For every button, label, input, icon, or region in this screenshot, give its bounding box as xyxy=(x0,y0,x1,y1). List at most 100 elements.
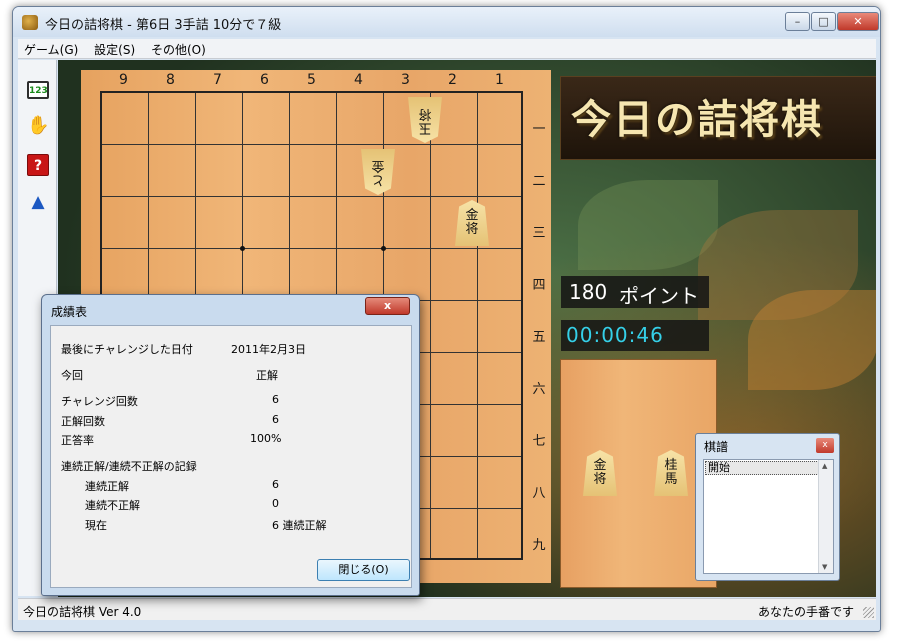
grid-line xyxy=(102,196,521,197)
piece-char: 将 xyxy=(465,222,479,237)
streak-wrong-label: 連続不正解 xyxy=(85,499,140,512)
rate-label: 正答率 xyxy=(61,434,94,447)
rank-label: 一 xyxy=(532,122,546,137)
menu-bar: ゲーム(G) 設定(S) その他(O) xyxy=(18,39,876,59)
file-label: 4 xyxy=(354,72,363,88)
sente-gold-piece[interactable]: 金 将 xyxy=(455,200,489,246)
gote-king-piece[interactable]: 玉 将 xyxy=(408,97,442,143)
file-label: 7 xyxy=(213,72,222,88)
minimize-button[interactable]: – xyxy=(785,12,810,31)
streak-correct-label: 連続正解 xyxy=(85,480,129,493)
rank-label: 五 xyxy=(532,330,546,345)
grid-line xyxy=(102,144,521,145)
file-label: 6 xyxy=(260,72,269,88)
streak-wrong-value: 0 xyxy=(272,497,279,510)
status-version: 今日の詰将棋 Ver 4.0 xyxy=(23,605,142,619)
kifu-list-item[interactable]: 開始 xyxy=(705,461,819,475)
last-challenge-label: 最後にチャレンジした日付 xyxy=(61,343,193,356)
hand-icon[interactable]: ✋ xyxy=(27,115,49,137)
rank-label: 三 xyxy=(532,226,546,241)
dialog-title: 成績表 xyxy=(51,305,88,319)
star-point xyxy=(381,246,386,251)
file-labels: 9 8 7 6 5 4 3 2 1 xyxy=(81,72,551,88)
piece-char: 金 xyxy=(371,158,385,173)
rank-label: 七 xyxy=(532,434,546,449)
close-button[interactable]: ✕ xyxy=(837,12,879,31)
window-title: 今日の詰将棋 - 第6日 3手詰 10分で７級 xyxy=(45,18,282,33)
points-unit: ポイント xyxy=(619,284,699,308)
piece-char: 金 xyxy=(465,208,479,223)
grid-line xyxy=(102,248,521,249)
file-label: 1 xyxy=(495,72,504,88)
correct-value: 6 xyxy=(272,413,279,426)
maximize-button[interactable]: □ xyxy=(811,12,836,31)
hint-icon[interactable]: ▲ xyxy=(27,191,49,213)
kifu-close-button[interactable]: x xyxy=(816,438,834,453)
this-time-label: 今回 xyxy=(61,369,83,382)
rate-value: 100% xyxy=(250,432,282,445)
grid-line xyxy=(430,93,431,558)
record-123-icon[interactable]: 123 xyxy=(27,81,49,99)
piece-char: 将 xyxy=(418,106,432,121)
piece-char: 玉 xyxy=(418,120,432,135)
resize-grip-icon[interactable] xyxy=(863,607,874,618)
menu-game[interactable]: ゲーム(G) xyxy=(18,39,84,58)
piece-char: 金 xyxy=(593,458,607,473)
status-bar: 今日の詰将棋 Ver 4.0 あなたの手番です xyxy=(18,598,876,620)
rank-label: 九 xyxy=(532,538,546,553)
star-point xyxy=(240,246,245,251)
pieces-in-hand-area[interactable]: 金 将 桂 馬 xyxy=(560,359,717,588)
kifu-title: 棋譜 xyxy=(704,440,729,454)
title-logo: 今日の詰将棋 xyxy=(560,76,876,160)
piece-char: 将 xyxy=(593,472,607,487)
maximize-icon: □ xyxy=(818,15,829,28)
piece-char: 馬 xyxy=(664,472,678,487)
dialog-close-button[interactable]: x xyxy=(365,297,410,315)
close-icon: ✕ xyxy=(853,15,863,28)
file-label: 2 xyxy=(448,72,457,88)
challenges-value: 6 xyxy=(272,393,279,406)
challenges-label: チャレンジ回数 xyxy=(61,395,138,408)
minimize-icon: – xyxy=(794,15,801,28)
grid-line xyxy=(477,93,478,558)
file-label: 3 xyxy=(401,72,410,88)
rank-label: 六 xyxy=(532,382,546,397)
this-time-value: 正解 xyxy=(256,369,278,382)
app-icon xyxy=(22,15,38,30)
kifu-list[interactable]: 開始 ▲ ▼ xyxy=(703,459,834,574)
rank-label: 四 xyxy=(532,278,546,293)
points-display: 180 ポイント xyxy=(561,276,709,308)
close-dialog-button[interactable]: 閉じる(O) xyxy=(317,559,410,581)
background-leaf xyxy=(748,290,876,390)
current-value: 6 連続正解 xyxy=(272,519,327,532)
last-challenge-value: 2011年2月3日 xyxy=(231,343,306,356)
title-bar[interactable]: 今日の詰将棋 - 第6日 3手詰 10分で７級 – □ ✕ xyxy=(13,7,880,37)
menu-other[interactable]: その他(O) xyxy=(145,39,212,58)
file-label: 5 xyxy=(307,72,316,88)
piece-char: と xyxy=(371,172,385,187)
current-label: 現在 xyxy=(85,519,107,532)
points-value: 180 xyxy=(569,280,608,304)
file-label: 8 xyxy=(166,72,175,88)
rank-label: 二 xyxy=(532,174,546,189)
kifu-panel: 棋譜 x 開始 ▲ ▼ xyxy=(695,433,840,581)
score-dialog: 成績表 x 最後にチャレンジした日付 2011年2月3日 今回 正解 チャレンジ… xyxy=(41,294,420,596)
menu-settings[interactable]: 設定(S) xyxy=(88,39,141,58)
streak-correct-value: 6 xyxy=(272,478,279,491)
dialog-body: 最後にチャレンジした日付 2011年2月3日 今回 正解 チャレンジ回数 6 正… xyxy=(50,325,412,588)
logo-text: 今日の詰将棋 xyxy=(571,96,823,143)
help-icon[interactable]: ? xyxy=(27,154,49,176)
status-turn: あなたの手番です xyxy=(757,605,854,619)
file-label: 9 xyxy=(119,72,128,88)
piece-char: 桂 xyxy=(664,458,678,473)
background-leaf xyxy=(578,180,718,270)
scroll-up-icon[interactable]: ▲ xyxy=(822,462,827,470)
streak-header: 連続正解/連続不正解の記録 xyxy=(61,460,197,473)
hand-knight-piece[interactable]: 桂 馬 xyxy=(654,450,688,496)
scroll-down-icon[interactable]: ▼ xyxy=(822,563,827,571)
timer-display: 00:00:46 xyxy=(561,320,709,351)
kifu-scrollbar[interactable]: ▲ ▼ xyxy=(818,460,833,573)
rank-label: 八 xyxy=(532,486,546,501)
gote-tokin-piece[interactable]: と 金 xyxy=(361,149,395,195)
hand-gold-piece[interactable]: 金 将 xyxy=(583,450,617,496)
